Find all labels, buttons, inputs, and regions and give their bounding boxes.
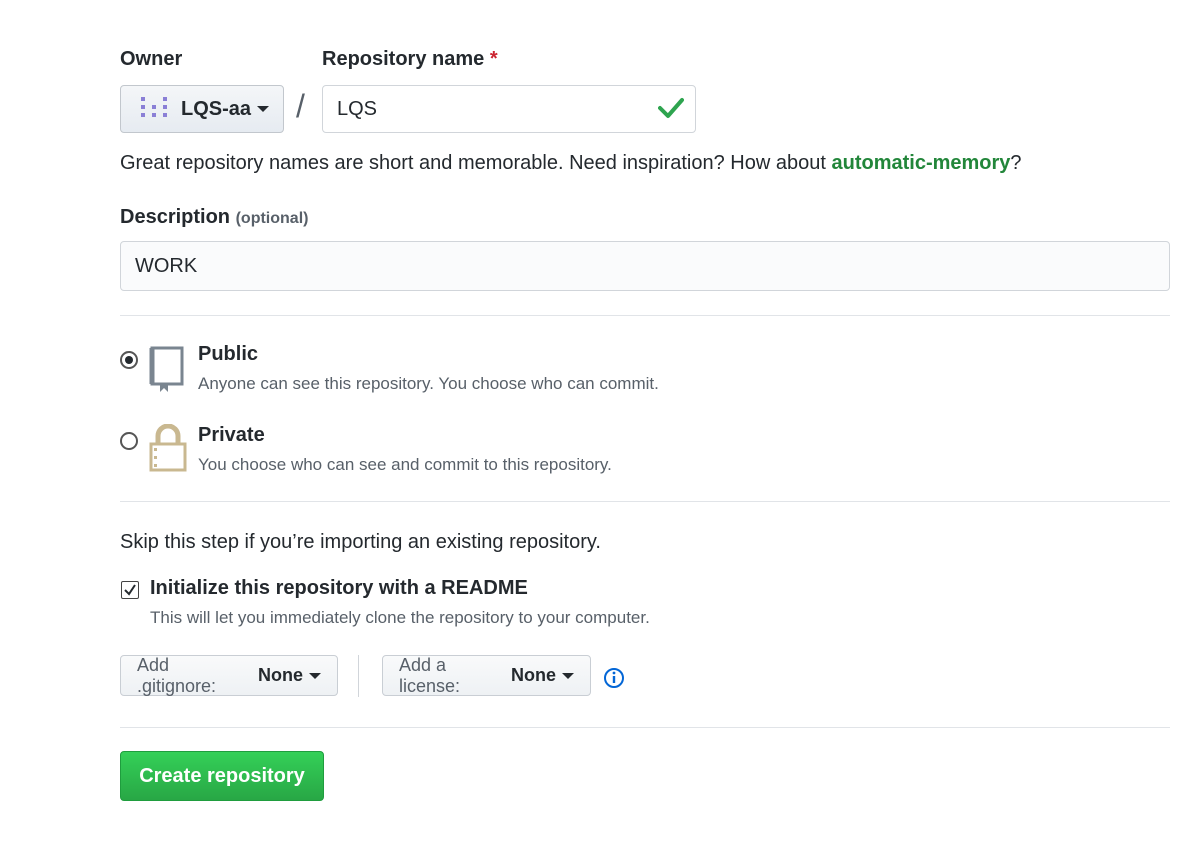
divider (120, 501, 1170, 502)
repo-name-label: Repository name * (322, 48, 498, 70)
suggestion-link[interactable]: automatic-memory (831, 152, 1010, 174)
divider (358, 655, 359, 697)
repo-book-icon (148, 344, 188, 397)
name-hint: Great repository names are short and mem… (120, 152, 1022, 174)
readme-label: Initialize this repository with a README (150, 577, 528, 599)
path-separator: / (296, 88, 305, 124)
public-radio[interactable] (120, 351, 138, 369)
divider (120, 315, 1170, 316)
info-icon[interactable] (603, 667, 625, 694)
private-desc: You choose who can see and commit to thi… (198, 455, 612, 474)
description-label: Description (optional) (120, 206, 309, 228)
gitignore-select[interactable]: Add .gitignore: None (120, 655, 338, 696)
check-icon (658, 96, 684, 125)
chevron-down-icon (257, 106, 270, 112)
private-title: Private (198, 424, 265, 446)
chevron-down-icon (562, 672, 574, 679)
divider (120, 727, 1170, 728)
checkmark-icon (124, 584, 136, 596)
owner-name: LQS-aa (181, 97, 252, 120)
description-input[interactable] (120, 241, 1170, 291)
optional-tag: (optional) (235, 210, 309, 227)
owner-dropdown[interactable]: LQS-aa (120, 85, 284, 133)
public-desc: Anyone can see this repository. You choo… (198, 374, 659, 393)
readme-desc: This will let you immediately clone the … (150, 608, 650, 627)
lock-icon (148, 423, 188, 477)
create-repository-button[interactable]: Create repository (120, 751, 324, 801)
license-select[interactable]: Add a license: None (382, 655, 591, 696)
required-mark: * (489, 48, 498, 70)
repo-name-input[interactable] (322, 85, 696, 133)
private-radio[interactable] (120, 432, 138, 450)
owner-label: Owner (120, 48, 183, 70)
public-title: Public (198, 343, 259, 365)
skip-note: Skip this step if you’re importing an ex… (120, 531, 601, 553)
readme-checkbox[interactable] (121, 581, 139, 599)
chevron-down-icon (309, 672, 321, 679)
org-avatar-icon (141, 95, 167, 124)
